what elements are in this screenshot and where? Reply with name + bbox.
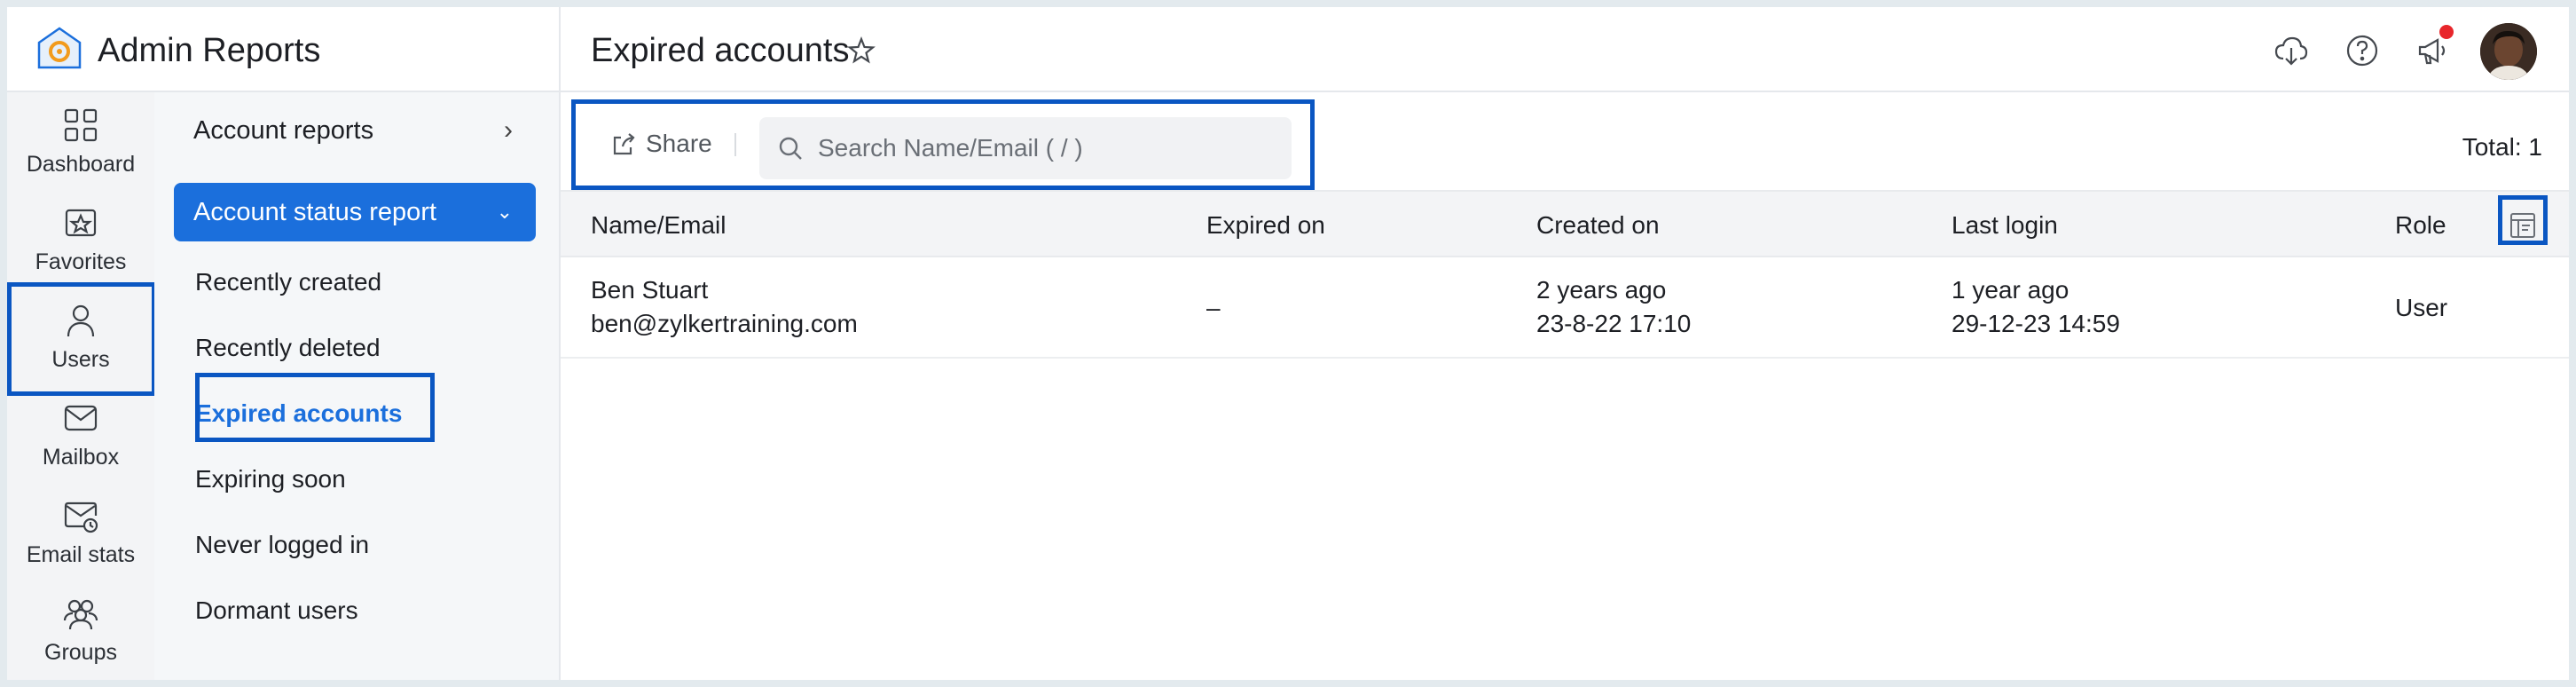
submenu-expired-accounts[interactable]: Expired accounts — [195, 396, 402, 431]
help-button[interactable] — [2344, 32, 2381, 69]
nav-email-stats[interactable]: Email stats — [7, 483, 154, 580]
share-label: Share — [646, 130, 712, 157]
nav-groups[interactable]: Groups — [7, 580, 154, 678]
app-window: Admin Reports Dashboard Favorites Users — [7, 7, 2569, 680]
nav-favorites[interactable]: Favorites — [7, 190, 154, 288]
row-created-on: 23-8-22 17:10 — [1536, 310, 1692, 337]
submenu-recently-created[interactable]: Recently created — [195, 265, 381, 300]
column-header-last-login[interactable]: Last login — [1952, 211, 2058, 240]
row-name: Ben Stuart — [591, 276, 709, 304]
column-settings-icon — [2510, 213, 2535, 238]
row-last-login-relative: 1 year ago — [1952, 276, 2069, 304]
share-icon — [613, 133, 635, 155]
column-header-created-on[interactable]: Created on — [1536, 211, 1660, 240]
row-expired-on: – — [1206, 294, 1221, 321]
nav-users[interactable]: Users — [7, 288, 154, 385]
search-icon — [779, 137, 802, 160]
table-header: Name/Email Expired on Created on Last lo… — [561, 190, 2569, 257]
nav-mailbox[interactable]: Mailbox — [7, 385, 154, 483]
avatar[interactable] — [2480, 23, 2537, 80]
nav-label: Email stats — [26, 541, 136, 567]
report-submenu: Account reports › Account status report … — [154, 92, 561, 680]
groups-icon — [63, 599, 98, 629]
account-reports-menu[interactable]: Account reports › — [174, 101, 536, 160]
row-role: User — [2395, 294, 2448, 321]
column-header-name-email[interactable]: Name/Email — [591, 211, 726, 240]
nav-label: Users — [51, 346, 110, 372]
toolbar-divider — [734, 133, 736, 156]
row-last-login: 29-12-23 14:59 — [1952, 310, 2120, 337]
star-icon[interactable] — [846, 36, 876, 66]
page-header: Expired accounts — [561, 7, 2569, 92]
submenu-recently-deleted[interactable]: Recently deleted — [195, 330, 381, 366]
chevron-down-icon: ⌄ — [496, 201, 513, 223]
nav-rail: Dashboard Favorites Users Mailbox Email … — [7, 92, 154, 680]
chevron-right-icon: › — [504, 115, 513, 145]
column-settings-button[interactable] — [2503, 206, 2542, 245]
admin-reports-logo-icon — [35, 25, 83, 73]
download-button[interactable] — [2273, 32, 2310, 69]
account-status-report-menu[interactable]: Account status report ⌄ — [174, 183, 536, 241]
table-row[interactable]: Ben Stuart ben@zylkertraining.com – 2 ye… — [561, 257, 2569, 359]
favorites-icon — [65, 209, 97, 236]
submenu-never-logged-in[interactable]: Never logged in — [195, 527, 369, 563]
email-stats-icon — [64, 501, 98, 533]
dashboard-icon — [64, 108, 98, 141]
submenu-expiring-soon[interactable]: Expiring soon — [195, 462, 346, 497]
account-status-report-label: Account status report — [193, 197, 437, 226]
account-reports-label: Account reports — [193, 115, 374, 145]
mailbox-icon — [64, 405, 98, 430]
nav-dashboard[interactable]: Dashboard — [7, 92, 154, 190]
help-icon — [2346, 35, 2378, 67]
app-header: Admin Reports — [7, 7, 561, 92]
notification-dot — [2439, 25, 2454, 39]
nav-label: Favorites — [35, 249, 127, 274]
row-email: ben@zylkertraining.com — [591, 310, 858, 337]
search-box[interactable] — [759, 117, 1292, 179]
nav-label: Dashboard — [26, 151, 136, 177]
app-title: Admin Reports — [98, 32, 321, 69]
submenu-dormant-users[interactable]: Dormant users — [195, 593, 358, 628]
nav-label: Mailbox — [42, 444, 120, 470]
share-button[interactable]: Share — [610, 128, 712, 160]
column-header-role[interactable]: Role — [2395, 211, 2446, 240]
column-header-expired-on[interactable]: Expired on — [1206, 211, 1325, 240]
main-content: Expired accounts Share Search Name/Email… — [561, 7, 2569, 680]
cloud-download-icon — [2274, 36, 2308, 66]
page-title: Expired accounts — [591, 32, 850, 69]
row-created-relative: 2 years ago — [1536, 276, 1667, 304]
user-icon — [67, 304, 95, 336]
nav-label: Groups — [44, 639, 117, 665]
total-count: Total: 1 — [2462, 133, 2542, 161]
search-input[interactable] — [818, 134, 1279, 162]
report-toolbar: Share Total: 1 — [561, 92, 2569, 190]
